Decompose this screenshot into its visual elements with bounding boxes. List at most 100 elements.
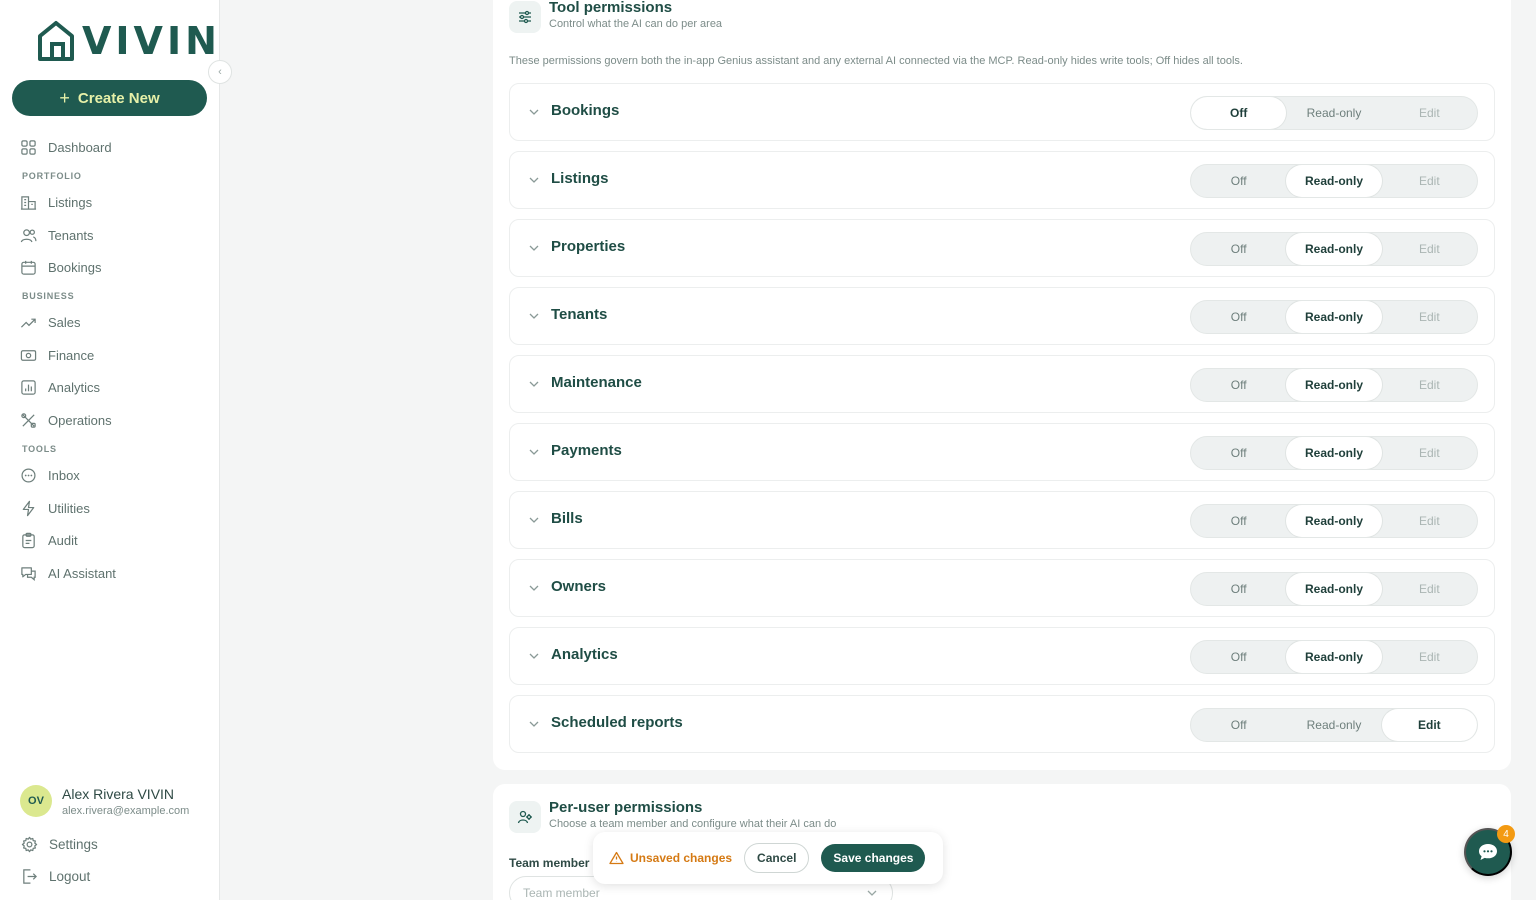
permission-option-edit[interactable]: Edit: [1382, 97, 1477, 129]
plus-icon: +: [59, 87, 70, 108]
permission-option-off[interactable]: Off: [1191, 369, 1286, 401]
permission-option-edit[interactable]: Edit: [1382, 369, 1477, 401]
permission-option-read-only[interactable]: Read-only: [1286, 301, 1382, 333]
permission-row-label: Properties: [551, 238, 626, 255]
sliders-icon: [509, 1, 541, 33]
chevron-down-icon[interactable]: [528, 242, 540, 254]
permission-option-read-only[interactable]: Read-only: [1286, 165, 1382, 197]
sidebar-item-logout[interactable]: Logout: [21, 866, 90, 886]
avatar: OV: [20, 785, 52, 817]
permission-option-off[interactable]: Off: [1191, 505, 1286, 537]
sidebar-item-label: Listings: [48, 194, 93, 210]
sidebar-item-ai-assistant[interactable]: AI Assistant: [20, 563, 116, 583]
permission-row-label: Owners: [551, 578, 607, 595]
brand-logo[interactable]: VIVIN: [36, 20, 221, 62]
chevron-down-icon[interactable]: [528, 310, 540, 322]
permission-row[interactable]: Bills Off Read-only Edit: [509, 491, 1495, 549]
permission-option-edit[interactable]: Edit: [1382, 301, 1477, 333]
sidebar-item-tenants[interactable]: Tenants: [20, 225, 94, 245]
tool-permissions-card: Tool permissions Control what the AI can…: [493, 0, 1511, 770]
permission-level-toggle: Off Read-only Edit: [1190, 504, 1478, 538]
chevron-down-icon[interactable]: [528, 650, 540, 662]
permission-option-read-only[interactable]: Read-only: [1286, 369, 1382, 401]
tools-icon: [21, 412, 36, 428]
sidebar: VIVIN + Create New Dashboard PORTFOLIO L…: [0, 0, 220, 900]
permission-option-read-only[interactable]: Read-only: [1286, 437, 1382, 469]
permission-level-toggle: Off Read-only Edit: [1190, 436, 1478, 470]
save-changes-button[interactable]: Save changes: [821, 844, 926, 872]
grid-icon: [21, 139, 36, 155]
notification-badge: 4: [1497, 825, 1515, 843]
section-portfolio: PORTFOLIO: [22, 171, 82, 181]
permission-option-read-only[interactable]: Read-only: [1286, 573, 1382, 605]
sidebar-item-operations[interactable]: Operations: [20, 410, 112, 430]
permission-row-label: Payments: [551, 442, 622, 459]
user-profile[interactable]: OV Alex Rivera VIVIN alex.rivera@example…: [20, 785, 197, 817]
chevron-down-icon[interactable]: [528, 514, 540, 526]
permission-row[interactable]: Scheduled reports Off Read-only Edit: [509, 695, 1495, 753]
permission-row[interactable]: Analytics Off Read-only Edit: [509, 627, 1495, 685]
permission-option-edit[interactable]: Edit: [1381, 709, 1477, 741]
permission-row-label: Analytics: [551, 646, 618, 663]
sidebar-item-label: Tenants: [48, 227, 94, 243]
permission-option-edit[interactable]: Edit: [1382, 233, 1477, 265]
chevron-down-icon[interactable]: [528, 582, 540, 594]
permission-row[interactable]: Listings Off Read-only Edit: [509, 151, 1495, 209]
permission-option-read-only[interactable]: Read-only: [1286, 641, 1382, 673]
sidebar-item-settings[interactable]: Settings: [21, 834, 98, 854]
permission-level-toggle: Off Read-only Edit: [1190, 368, 1478, 402]
permission-row[interactable]: Payments Off Read-only Edit: [509, 423, 1495, 481]
permission-option-off[interactable]: Off: [1191, 573, 1286, 605]
per-user-subtitle: Choose a team member and configure what …: [549, 818, 837, 830]
permission-option-edit[interactable]: Edit: [1382, 165, 1477, 197]
chevron-down-icon[interactable]: [528, 106, 540, 118]
sidebar-item-audit[interactable]: Audit: [20, 530, 78, 550]
permission-option-off[interactable]: Off: [1191, 97, 1287, 129]
permission-option-off[interactable]: Off: [1191, 709, 1286, 741]
sidebar-item-listings[interactable]: Listings: [20, 192, 92, 212]
permission-row[interactable]: Maintenance Off Read-only Edit: [509, 355, 1495, 413]
permission-option-off[interactable]: Off: [1191, 437, 1286, 469]
permission-option-edit[interactable]: Edit: [1382, 437, 1477, 469]
chevron-down-icon[interactable]: [528, 174, 540, 186]
team-member-label: Team member: [509, 856, 590, 870]
sidebar-item-inbox[interactable]: Inbox: [20, 465, 80, 485]
permission-level-toggle: Off Read-only Edit: [1190, 232, 1478, 266]
chevron-down-icon[interactable]: [528, 378, 540, 390]
permission-option-read-only[interactable]: Read-only: [1286, 97, 1381, 129]
permission-row[interactable]: Tenants Off Read-only Edit: [509, 287, 1495, 345]
sidebar-item-sales[interactable]: Sales: [20, 312, 81, 332]
sidebar-item-label: Analytics: [48, 379, 101, 395]
permission-option-off[interactable]: Off: [1191, 301, 1286, 333]
gear-icon: [21, 836, 38, 852]
permission-option-off[interactable]: Off: [1191, 641, 1286, 673]
permission-option-edit[interactable]: Edit: [1382, 505, 1477, 537]
permission-option-read-only[interactable]: Read-only: [1286, 233, 1382, 265]
permission-option-edit[interactable]: Edit: [1382, 641, 1477, 673]
sidebar-item-utilities[interactable]: Utilities: [20, 498, 90, 518]
permission-option-off[interactable]: Off: [1191, 233, 1286, 265]
permission-row[interactable]: Owners Off Read-only Edit: [509, 559, 1495, 617]
sidebar-item-dashboard[interactable]: Dashboard: [20, 137, 112, 157]
cancel-button[interactable]: Cancel: [744, 843, 810, 873]
chevron-down-icon[interactable]: [528, 446, 540, 458]
permission-row[interactable]: Bookings Off Read-only Edit: [509, 83, 1495, 141]
create-new-button[interactable]: + Create New: [12, 80, 207, 116]
permission-row[interactable]: Properties Off Read-only Edit: [509, 219, 1495, 277]
chevron-down-icon[interactable]: [528, 718, 540, 730]
warning-icon: [609, 851, 624, 865]
permission-option-read-only[interactable]: Read-only: [1286, 505, 1382, 537]
trending-up-icon: [20, 318, 36, 328]
sidebar-item-finance[interactable]: Finance: [20, 345, 94, 365]
permission-option-read-only[interactable]: Read-only: [1286, 709, 1381, 741]
permission-option-off[interactable]: Off: [1191, 165, 1286, 197]
house-logo-icon: [38, 21, 74, 61]
collapse-sidebar-button[interactable]: ‹: [208, 60, 232, 84]
users-cog-icon: [509, 801, 541, 833]
calendar-icon: [21, 260, 36, 275]
sidebar-item-bookings[interactable]: Bookings: [20, 257, 101, 277]
permission-option-edit[interactable]: Edit: [1382, 573, 1477, 605]
sidebar-item-analytics[interactable]: Analytics: [20, 377, 100, 397]
clipboard-icon: [22, 532, 35, 548]
sidebar-item-label: Operations: [48, 412, 112, 428]
